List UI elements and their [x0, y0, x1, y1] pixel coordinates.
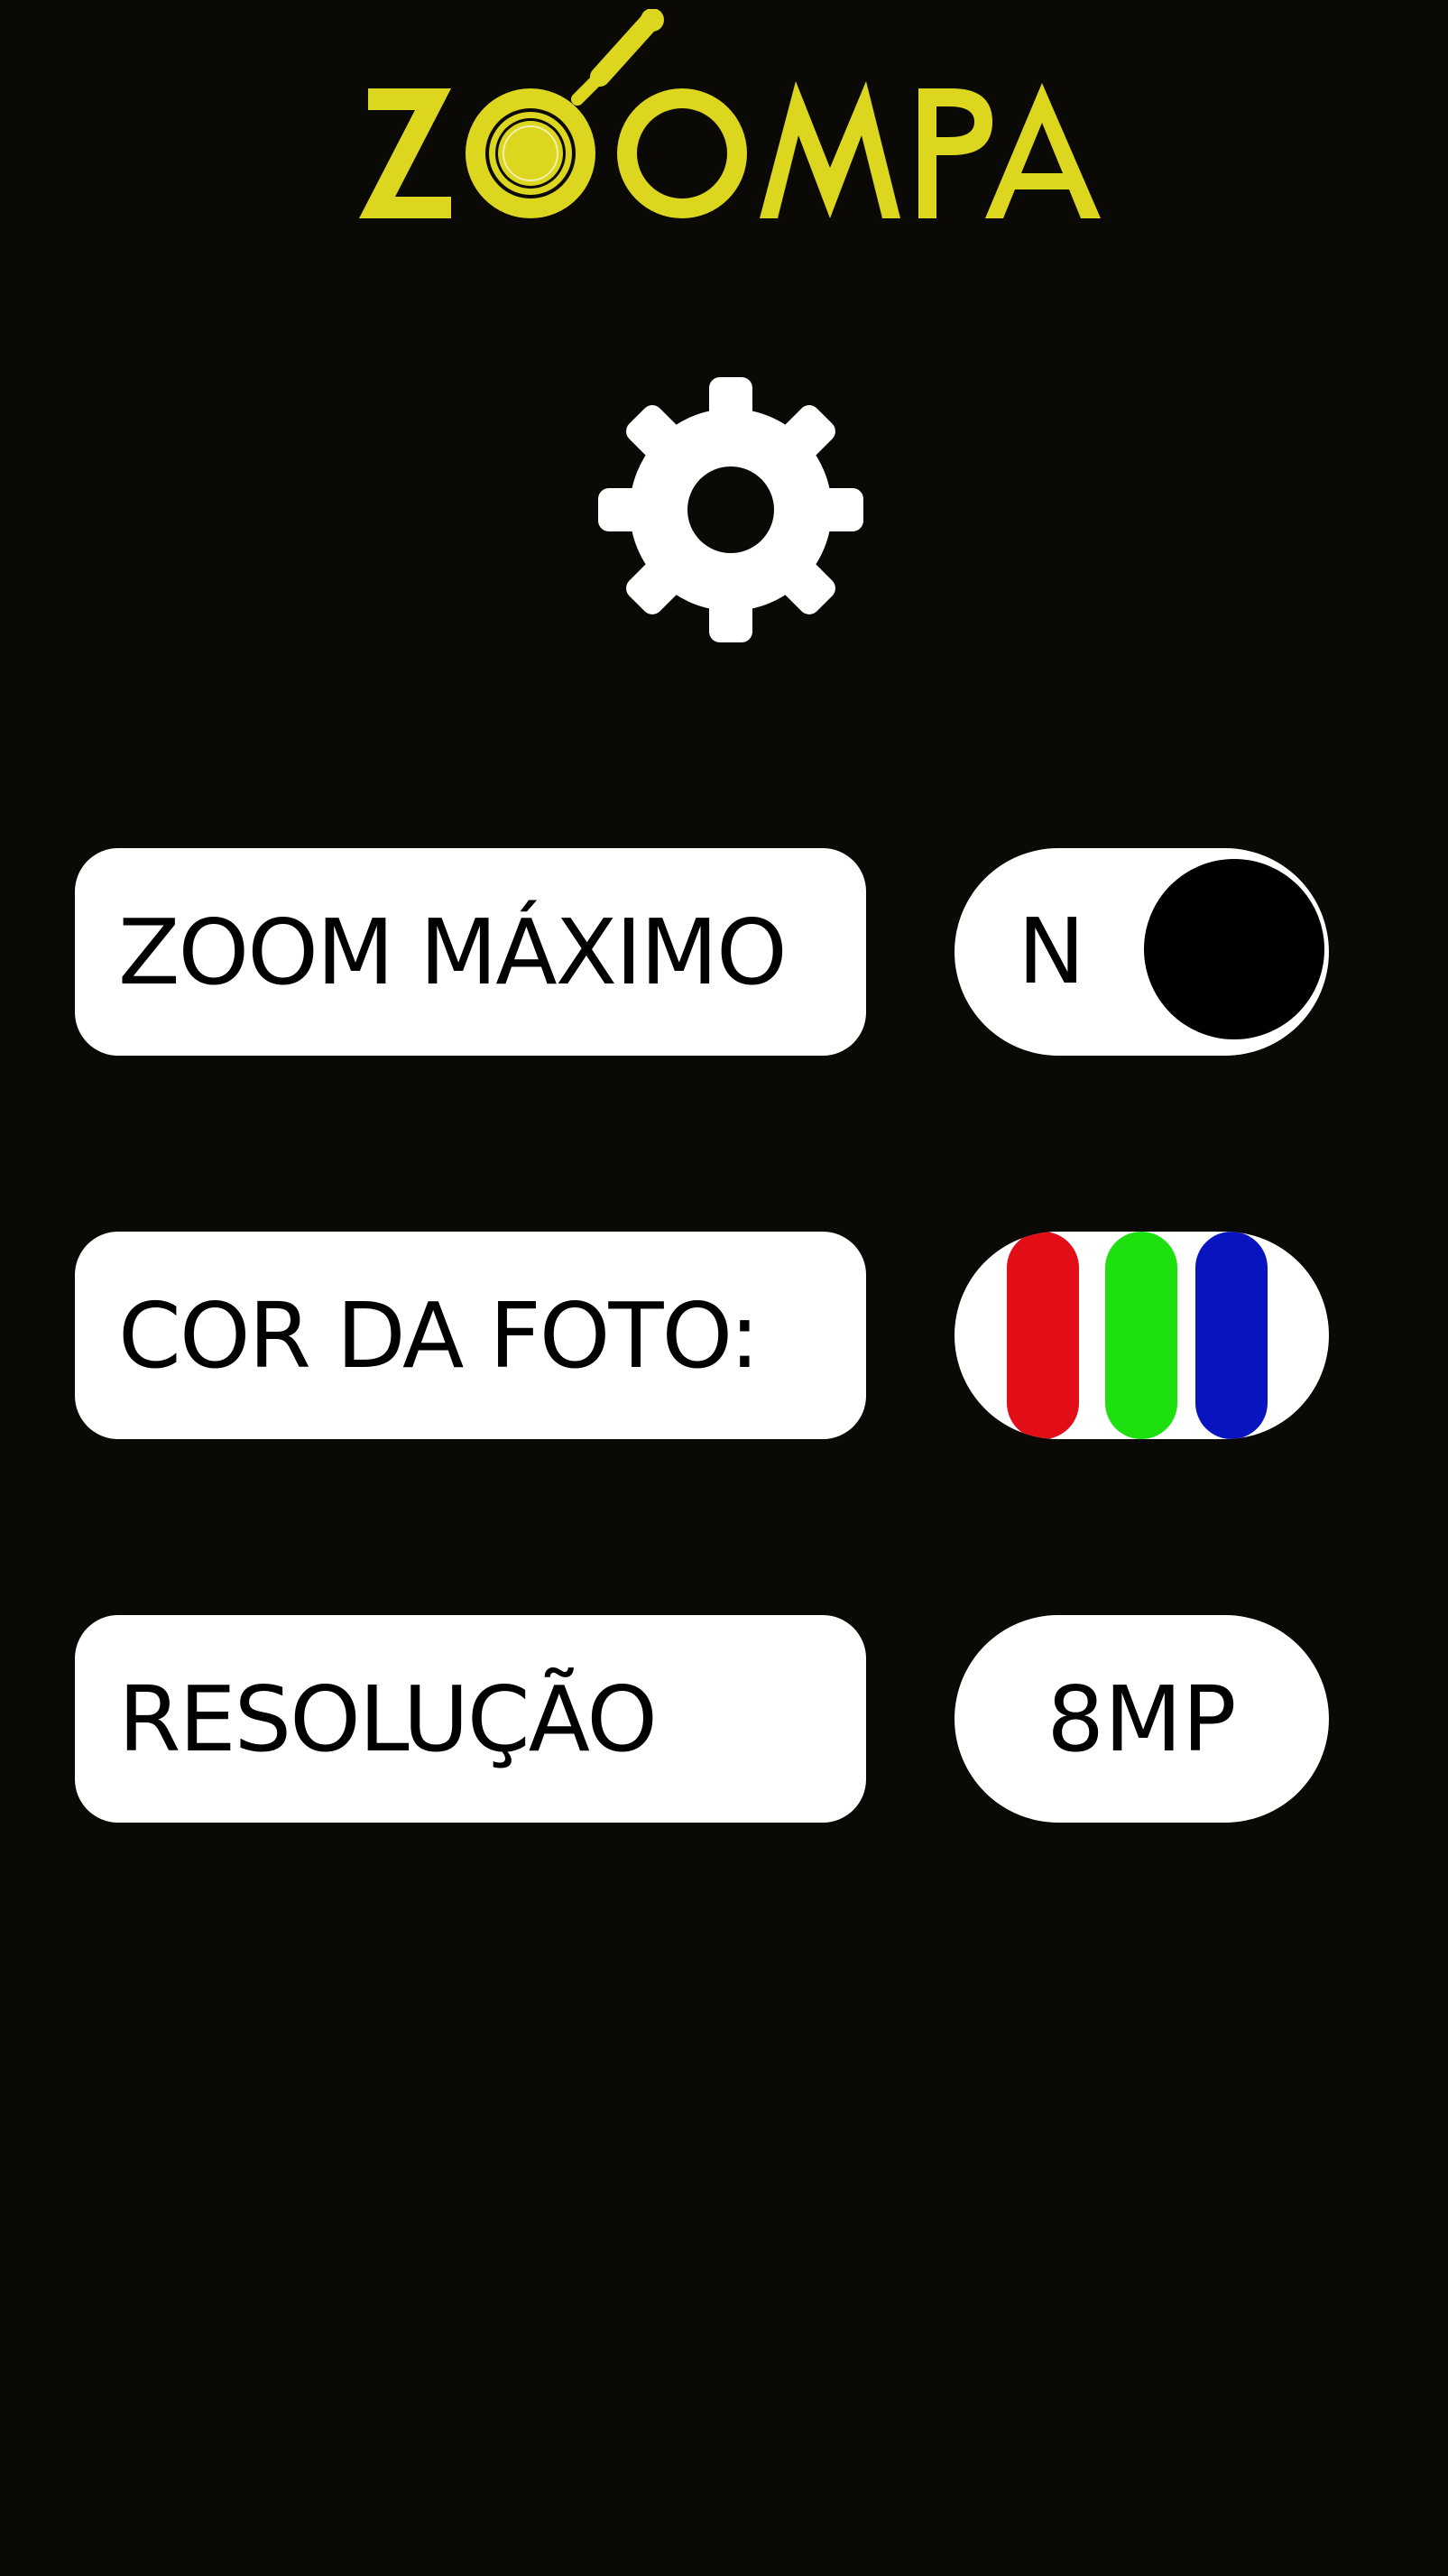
zoom-setting-label-box: ZOOM MÁXIMO — [75, 848, 866, 1056]
resolution-setting-label: RESOLUÇÃO — [118, 1666, 658, 1772]
resolution-selector[interactable]: 8MP — [955, 1615, 1329, 1823]
zoom-toggle[interactable]: N — [955, 848, 1329, 1056]
color-setting-label-box: COR DA FOTO: — [75, 1232, 866, 1439]
resolution-setting-label-box: RESOLUÇÃO — [75, 1615, 866, 1823]
settings-gear-icon — [598, 377, 863, 642]
toggle-knob[interactable] — [1144, 859, 1324, 1039]
zoom-setting-label: ZOOM MÁXIMO — [118, 899, 788, 1005]
color-swatch-green[interactable] — [1105, 1232, 1177, 1439]
app-logo — [352, 9, 1110, 235]
gear-icon[interactable] — [591, 370, 871, 650]
color-setting-label: COR DA FOTO: — [118, 1282, 760, 1389]
resolution-value: 8MP — [1047, 1666, 1237, 1772]
color-swatch-red[interactable] — [1007, 1232, 1079, 1439]
zoom-toggle-state: N — [1018, 899, 1085, 1004]
color-swatch-blue[interactable] — [1195, 1232, 1268, 1439]
color-selector[interactable] — [955, 1232, 1329, 1439]
zoompa-logo-icon — [359, 9, 1101, 218]
